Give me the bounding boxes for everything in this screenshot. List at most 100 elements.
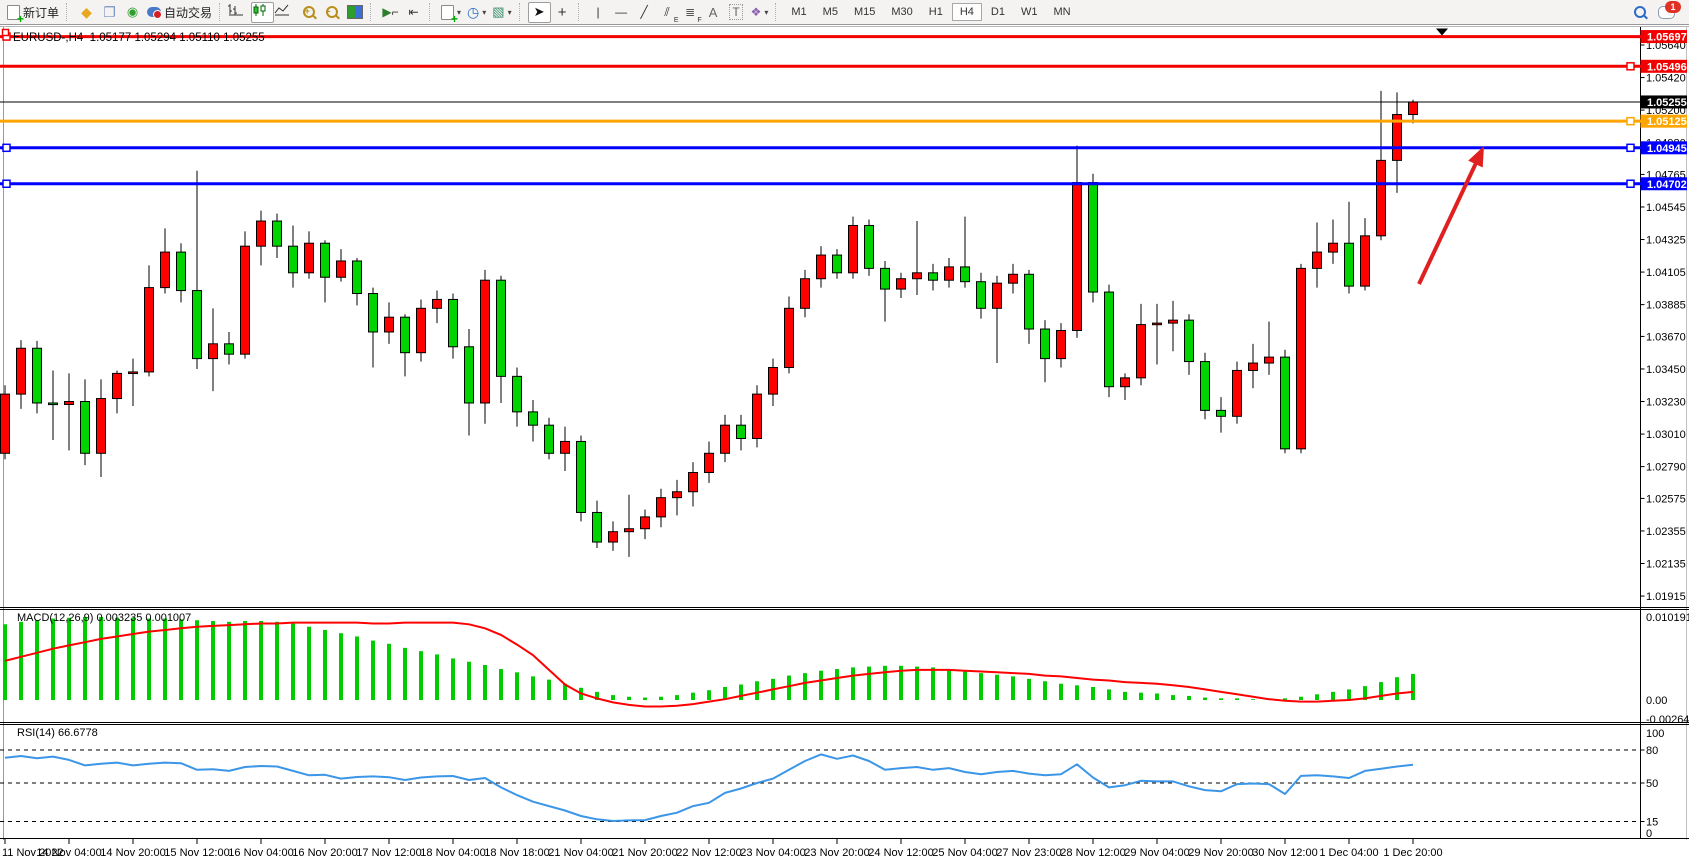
zoom-in-button[interactable]: + — [297, 2, 320, 23]
candle — [1153, 323, 1162, 325]
macd-histogram-bar — [659, 697, 663, 700]
zoom-out-button[interactable]: - — [320, 2, 343, 23]
tile-windows-button[interactable] — [343, 2, 366, 23]
price-tick-label: 1.02135 — [1646, 558, 1686, 570]
line-handle[interactable] — [1627, 63, 1634, 70]
price-tick-label: 1.02355 — [1646, 526, 1686, 538]
timeframe-MN[interactable]: MN — [1046, 4, 1077, 20]
candle — [977, 282, 986, 309]
search-icon[interactable] — [1634, 6, 1646, 18]
crosshair-button[interactable]: + — [551, 2, 574, 23]
trendline-button[interactable]: ╱ — [633, 2, 656, 23]
timeframe-M30[interactable]: M30 — [884, 4, 919, 20]
new-chart-button[interactable]: +▾ — [438, 2, 464, 23]
macd-histogram-bar — [51, 619, 55, 700]
candle — [1249, 363, 1258, 370]
time-tick-label: 16 Nov 20:00 — [292, 847, 357, 859]
cursor-icon: ➤ — [534, 4, 545, 20]
time-axis[interactable]: 11 Nov 202214 Nov 04:0014 Nov 20:0015 No… — [0, 839, 1689, 860]
text-button[interactable]: A — [702, 2, 725, 23]
chart-canvas[interactable]: 11 Nov 202214 Nov 04:0014 Nov 20:0015 No… — [0, 26, 1689, 862]
new-order-button[interactable]: + 新订单 — [4, 2, 62, 23]
toolbar-separator — [578, 3, 583, 21]
candle — [673, 492, 682, 498]
candle — [769, 367, 778, 394]
chart-window[interactable]: 11 Nov 202214 Nov 04:0014 Nov 20:0015 No… — [0, 26, 1689, 862]
macd-histogram-bar — [499, 669, 503, 700]
signal-button[interactable]: ◉ — [121, 2, 144, 23]
hline-button[interactable]: — — [610, 2, 633, 23]
candle — [737, 425, 746, 438]
macd-histogram-bar — [1027, 679, 1031, 700]
macd-histogram-bar — [291, 623, 295, 700]
periods-button[interactable]: ◷▾ — [464, 2, 489, 23]
macd-histogram-bar — [1011, 676, 1015, 700]
line-handle[interactable] — [1627, 118, 1634, 125]
hline-icon: — — [615, 5, 627, 19]
cursor-button[interactable]: ➤ — [528, 2, 551, 23]
timeframe-H4[interactable]: H4 — [952, 3, 982, 21]
indicators-button[interactable]: ▧▾ — [489, 2, 514, 23]
line-handle[interactable] — [3, 30, 9, 36]
autoscroll-button[interactable]: ▶⌐ — [379, 2, 402, 23]
shapes-button[interactable]: ❖▾ — [748, 2, 772, 23]
line-handle[interactable] — [3, 180, 10, 187]
shift-chart-button[interactable]: ⇤ — [402, 2, 425, 23]
line-handle[interactable] — [1627, 144, 1634, 151]
auto-trading-button[interactable]: 自动交易 — [144, 2, 215, 23]
price-badge-label: 1.04945 — [1647, 143, 1687, 155]
macd-axis-label: 0.010191 — [1646, 612, 1689, 624]
price-tick-label: 1.04325 — [1646, 235, 1686, 247]
channel-button[interactable]: ⫽E — [656, 2, 679, 23]
bars-chart-button[interactable] — [228, 2, 251, 23]
timeframe-H1[interactable]: H1 — [922, 4, 950, 20]
label-button[interactable]: T — [725, 2, 748, 23]
chat-icon[interactable]: 1 — [1658, 6, 1675, 19]
level-lines: 1.056971.054961.052551.051251.049451.047… — [0, 30, 1687, 191]
candle — [1281, 357, 1290, 449]
vline-button[interactable]: | — [587, 2, 610, 23]
candle — [753, 394, 762, 438]
line-handle[interactable] — [3, 144, 10, 151]
channel-icon: ⫽ — [664, 5, 669, 20]
candle — [1233, 370, 1242, 416]
time-tick-label: 1 Dec 04:00 — [1319, 847, 1378, 859]
timeframe-M1[interactable]: M1 — [784, 4, 813, 20]
macd-histogram-bar — [867, 667, 871, 700]
time-tick-label: 23 Nov 04:00 — [740, 847, 805, 859]
candle — [1201, 362, 1210, 411]
price-tick-label: 1.03885 — [1646, 300, 1686, 312]
highlighter-button[interactable]: ◆ — [75, 2, 98, 23]
macd-histogram-bar — [451, 658, 455, 700]
profile-button[interactable]: ❐ — [98, 2, 121, 23]
timeframe-D1[interactable]: D1 — [984, 4, 1012, 20]
time-tick-label: 24 Nov 12:00 — [868, 847, 933, 859]
candle — [913, 273, 922, 279]
time-tick-label: 23 Nov 20:00 — [804, 847, 869, 859]
timeframe-M15[interactable]: M15 — [847, 4, 882, 20]
line-chart-button[interactable] — [274, 2, 297, 23]
candle — [1137, 325, 1146, 378]
time-tick-label: 18 Nov 18:00 — [484, 847, 549, 859]
macd-histogram-bar — [739, 685, 743, 700]
candle — [1345, 243, 1354, 286]
trend-arrow[interactable] — [1419, 146, 1484, 284]
macd-histogram-bar — [947, 669, 951, 700]
time-tick-label: 1 Dec 20:00 — [1383, 847, 1442, 859]
timeframe-W1[interactable]: W1 — [1014, 4, 1045, 20]
line-handle[interactable] — [1627, 180, 1634, 187]
candle — [113, 373, 122, 398]
candle — [33, 348, 42, 403]
macd-histogram-bar — [1123, 692, 1127, 700]
candle — [657, 498, 666, 517]
candles-chart-button[interactable] — [251, 2, 274, 23]
time-tick-label: 17 Nov 12:00 — [356, 847, 421, 859]
price-badge-label: 1.05125 — [1647, 116, 1687, 128]
candle — [305, 243, 314, 273]
macd-histogram-bar — [243, 621, 247, 700]
fibonacci-button[interactable]: ≣F — [679, 2, 702, 23]
timeframe-M5[interactable]: M5 — [816, 4, 845, 20]
macd-histogram-bar — [1187, 696, 1191, 700]
candle — [593, 512, 602, 542]
macd-histogram-bar — [883, 666, 887, 700]
